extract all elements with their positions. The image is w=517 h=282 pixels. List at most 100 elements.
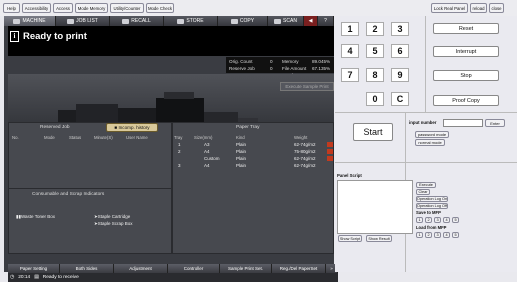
counter-box: Orig. Count 0 Memory 89.045% Reserve Job…	[226, 57, 334, 73]
tab-label: RECALL	[131, 18, 151, 24]
tray-alert-icon	[327, 156, 333, 161]
proof-copy-button[interactable]: Proof Copy	[433, 95, 499, 106]
start-button[interactable]: Start	[353, 123, 393, 141]
panel-script-textarea[interactable]	[337, 180, 413, 234]
tray-row-weight: 62-74g/m2	[294, 163, 316, 168]
key-1[interactable]: 1	[341, 22, 359, 36]
execute-sample-print-button[interactable]: Execute Sample Print	[280, 82, 334, 91]
reserve-job-value: 0	[270, 66, 273, 71]
operation-log-off-button[interactable]: Operation Log Off	[416, 203, 448, 209]
load-slot-3-button[interactable]: 3	[434, 232, 441, 238]
tray-row-number: 3	[178, 163, 181, 168]
lock-real-panel-button[interactable]: Lock Real Panel	[431, 3, 468, 13]
tray-row-size: A3	[204, 142, 210, 147]
key-7[interactable]: 7	[341, 68, 359, 82]
save-slot-1-button[interactable]: 1	[416, 217, 423, 223]
reset-button[interactable]: Reset	[433, 23, 499, 34]
col-status: Status	[69, 135, 82, 140]
key-clear[interactable]: C	[391, 92, 409, 106]
password-mode-button[interactable]: password mode	[415, 131, 449, 138]
tab-machine[interactable]: MACHINE	[4, 16, 56, 26]
mode-check-button[interactable]: Mode Check	[146, 3, 174, 13]
stop-button[interactable]: Stop	[433, 70, 499, 81]
back-arrow-icon: ◀	[308, 18, 313, 24]
col-no: No.	[12, 135, 19, 140]
status-bar-message: Ready to receive	[42, 275, 79, 280]
col-kind: Kind	[236, 135, 245, 140]
load-slot-5-button[interactable]: 5	[452, 232, 459, 238]
show-result-button[interactable]: Show Result	[366, 235, 392, 242]
help-button[interactable]: Help	[3, 3, 20, 13]
normal-mode-button[interactable]: normal mode	[415, 139, 445, 146]
col-mode: Mode	[44, 135, 55, 140]
tray-row-kind: Plain	[236, 142, 247, 147]
load-from-mfp-label: Load from MFP	[416, 225, 447, 230]
key-8[interactable]: 8	[366, 68, 384, 82]
tab-recall[interactable]: RECALL	[110, 16, 164, 26]
load-slot-1-button[interactable]: 1	[416, 232, 423, 238]
key-5[interactable]: 5	[366, 44, 384, 58]
tray-row-weight: 62-74g/m2	[294, 156, 316, 161]
key-6[interactable]: 6	[391, 44, 409, 58]
tab-label: SCAN	[283, 18, 297, 24]
clock-icon: ◷	[10, 275, 15, 280]
save-slot-4-button[interactable]: 4	[443, 217, 450, 223]
enter-button[interactable]: Enter	[485, 119, 505, 127]
key-2[interactable]: 2	[366, 22, 384, 36]
clear-button[interactable]: Clear	[416, 189, 430, 195]
tray-row-weight: 75-80g/m2	[294, 149, 316, 154]
reserved-job-pane	[8, 122, 172, 194]
access-button[interactable]: Access	[53, 3, 73, 13]
incomp-history-button[interactable]: ■ Incomp. history	[106, 123, 158, 132]
tab-label: MACHINE	[22, 18, 46, 24]
scan-icon	[274, 18, 282, 24]
tray-row-number: 1	[178, 142, 181, 147]
save-slot-3-button[interactable]: 3	[434, 217, 441, 223]
consumable-pane	[8, 188, 172, 254]
col-user-name: User Name	[126, 135, 148, 140]
load-slot-4-button[interactable]: 4	[443, 232, 450, 238]
execute-button[interactable]: Execute	[416, 182, 436, 188]
back-arrow-button[interactable]: ◀	[304, 16, 318, 26]
tab-copy[interactable]: COPY	[218, 16, 268, 26]
staple-cartridge-label: Staple Cartridge	[97, 214, 131, 219]
save-slot-2-button[interactable]: 2	[425, 217, 432, 223]
tab-scan[interactable]: SCAN	[268, 16, 304, 26]
divider	[335, 112, 517, 113]
tab-store[interactable]: STORE	[164, 16, 218, 26]
status-bar: ◷ 20:14 ▤ Ready to receive	[8, 273, 338, 282]
memory-label: Memory	[282, 59, 299, 64]
save-to-mfp-label: Save to MFP	[416, 210, 441, 215]
number-input[interactable]	[443, 119, 483, 127]
mode-memory-button[interactable]: Mode Memory	[75, 3, 108, 13]
key-3[interactable]: 3	[391, 22, 409, 36]
tray-row-weight: 62-74g/m2	[294, 142, 316, 147]
show-script-button[interactable]: Show Script	[338, 235, 362, 242]
tab-label: STORE	[186, 18, 204, 24]
tray-alert-icon	[327, 149, 333, 154]
staple-scrap-label: Staple Scrap Box	[97, 221, 133, 226]
help-question-button[interactable]: ?	[318, 16, 334, 26]
question-icon: ?	[324, 18, 327, 24]
tab-job-list[interactable]: JOB LIST	[56, 16, 110, 26]
interrupt-button[interactable]: Interrupt	[433, 46, 499, 57]
save-slot-5-button[interactable]: 5	[452, 217, 459, 223]
close-button[interactable]: close	[489, 3, 504, 13]
tray-row-size: A4	[204, 149, 210, 154]
key-0[interactable]: 0	[366, 92, 384, 106]
consumable-title: Consumable and Scrap Indicators	[32, 192, 105, 197]
utility-counter-button[interactable]: Utility/Counter	[110, 3, 144, 13]
accessibility-button[interactable]: Accessibility	[22, 3, 51, 13]
tray-row-number: 2	[178, 149, 181, 154]
col-minutes: Minute(S)	[94, 135, 113, 140]
file-amount-value: 67.135%	[312, 66, 331, 71]
load-slot-2-button[interactable]: 2	[425, 232, 432, 238]
operation-log-on-button[interactable]: Operation Log On	[416, 196, 448, 202]
key-9[interactable]: 9	[391, 68, 409, 82]
tray-row-kind: Plain	[236, 163, 247, 168]
tab-label: JOB LIST	[76, 18, 98, 24]
reload-button[interactable]: reload	[470, 3, 487, 13]
copy-icon	[230, 18, 238, 24]
key-4[interactable]: 4	[341, 44, 359, 58]
input-number-label: input number	[409, 120, 437, 125]
